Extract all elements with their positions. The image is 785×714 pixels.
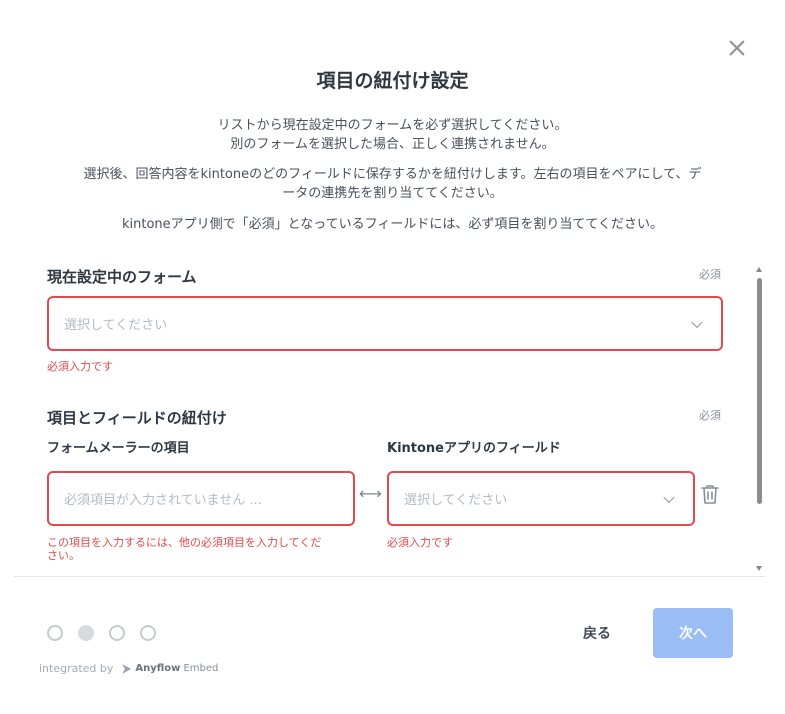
chevron-down-icon	[691, 316, 703, 328]
form-section-label: 現在設定中のフォーム	[47, 268, 197, 286]
scrollbar-thumb[interactable]	[757, 278, 762, 504]
dialog-title: 項目の紐付け設定	[316, 70, 469, 92]
step-dot	[47, 625, 63, 641]
chevron-down-icon	[663, 491, 675, 503]
description-line: 選択後、回答内容をkintoneのどのフィールドに保存するかを紐付けします。左右…	[83, 167, 702, 182]
form-item-input[interactable]: 必須項目が入力されていません ...	[47, 471, 355, 526]
kintone-field-placeholder: 選択してください	[404, 493, 508, 508]
description-line: リストから現在設定中のフォームを必ず選択してください。	[217, 118, 568, 133]
mapping-section-label: 項目とフィールドの紐付け	[47, 409, 227, 427]
step-dot	[140, 625, 156, 641]
brand-name: Anyflow Embed	[135, 663, 218, 674]
pair-arrows-icon: ⟷	[359, 484, 382, 503]
description-mapping: 選択後、回答内容をkintoneのどのフィールドに保存するかを紐付けします。左右…	[40, 165, 745, 203]
form-item-placeholder: 必須項目が入力されていません ...	[64, 493, 262, 508]
form-select-error: 必須入力です	[47, 360, 113, 373]
description-line: 別のフォームを選択した場合、正しく連携されません。	[230, 137, 555, 152]
form-item-error: この項目を入力するには、他の必須項目を入力してくだ さい。	[47, 536, 321, 562]
powered-by-footer: integrated by Anyflow Embed	[39, 662, 218, 675]
scroll-up-arrow[interactable]	[756, 267, 762, 272]
scroll-area-divider	[14, 576, 765, 577]
kintone-field-column-label: Kintoneアプリのフィールド	[387, 441, 561, 456]
step-dot	[109, 625, 125, 641]
integrated-by-text: integrated by	[39, 662, 114, 675]
error-line: さい。	[47, 549, 80, 562]
back-button[interactable]: 戻る	[572, 614, 622, 652]
required-badge: 必須	[699, 409, 721, 422]
step-indicator	[47, 625, 156, 641]
error-line: この項目を入力するには、他の必須項目を入力してくだ	[47, 536, 322, 549]
description-required: kintoneアプリ側で「必須」となっているフィールドには、必ず項目を割り当てて…	[122, 217, 663, 232]
trash-icon[interactable]	[701, 484, 719, 505]
required-badge: 必須	[699, 268, 721, 281]
brand-rest: Embed	[180, 663, 219, 674]
next-button[interactable]: 次へ	[653, 608, 733, 658]
kintone-field-select[interactable]: 選択してください	[387, 471, 695, 526]
description-select-form: リストから現在設定中のフォームを必ず選択してください。 別のフォームを選択した場…	[40, 116, 745, 154]
close-icon[interactable]	[727, 38, 747, 58]
brand-bold: Anyflow	[135, 663, 181, 674]
step-dot-current	[78, 625, 94, 641]
scroll-down-arrow[interactable]	[756, 566, 762, 571]
description-line: ータの連携先を割り当ててください。	[282, 186, 503, 201]
form-select[interactable]: 選択してください	[47, 296, 723, 351]
form-select-placeholder: 選択してください	[64, 318, 168, 333]
anyflow-logo-icon	[122, 663, 132, 674]
form-item-column-label: フォームメーラーの項目	[47, 441, 190, 456]
kintone-field-error: 必須入力です	[387, 536, 453, 549]
